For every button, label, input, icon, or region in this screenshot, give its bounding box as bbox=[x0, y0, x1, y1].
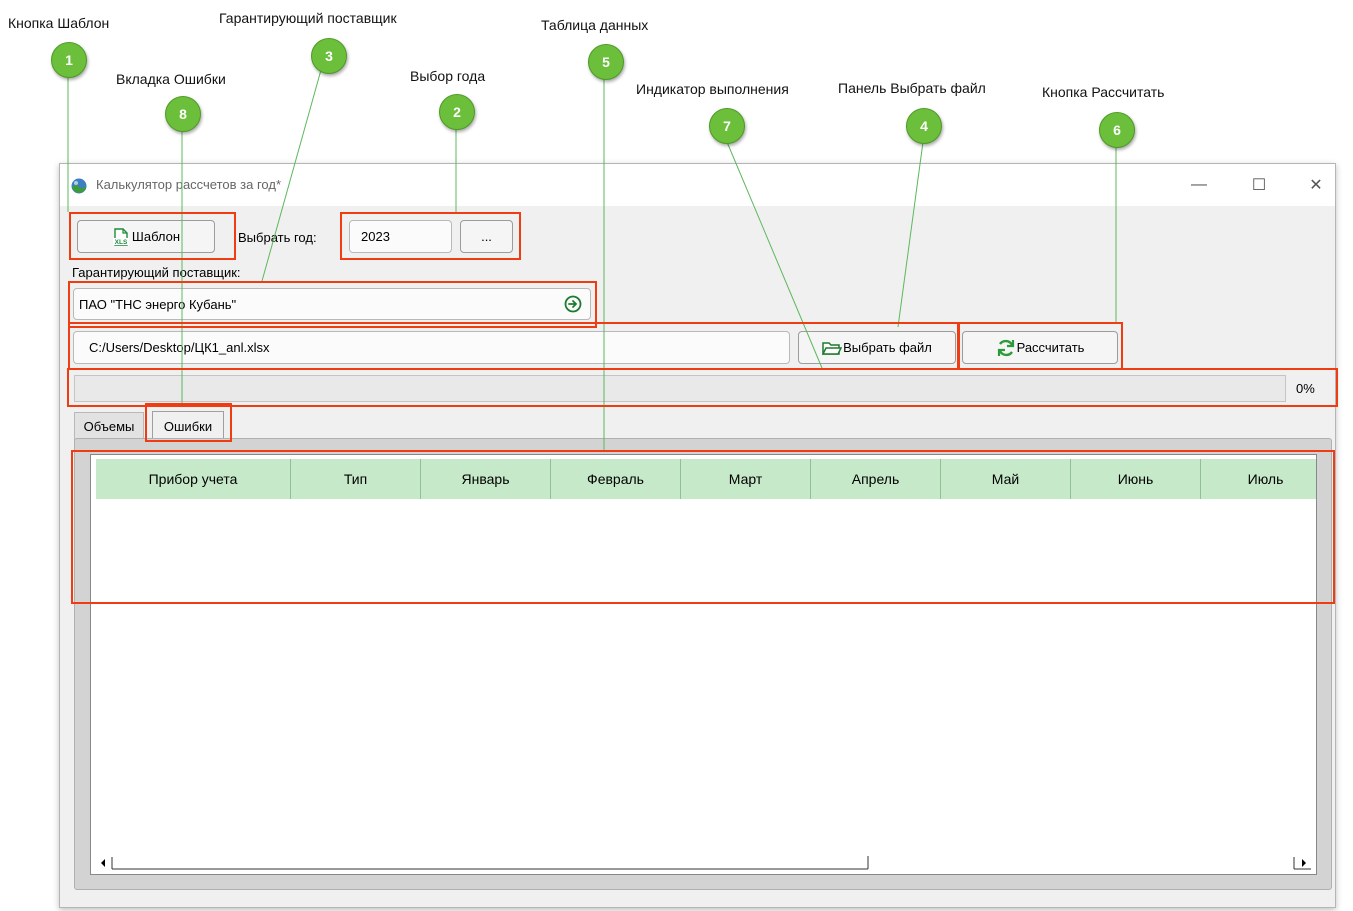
table-header-cell[interactable]: Июль bbox=[1201, 459, 1316, 499]
table-header-cell[interactable]: Январь bbox=[421, 459, 551, 499]
app-window: Калькулятор рассчетов за год* — ☐ ✕ XLS … bbox=[59, 163, 1336, 908]
callout-badge-8: 8 bbox=[165, 96, 201, 132]
window-client-area: XLS Шаблон Выбрать год: 2023 ... Гаранти… bbox=[60, 206, 1335, 907]
scroll-right-arrow-icon bbox=[1302, 859, 1306, 867]
callout-label-6: Кнопка Рассчитать bbox=[1042, 84, 1165, 100]
window-title: Калькулятор рассчетов за год* bbox=[96, 177, 282, 192]
table-header-cell[interactable]: Тип bbox=[291, 459, 421, 499]
callout-label-2: Выбор года bbox=[410, 68, 486, 84]
callout-label-3: Гарантирующий поставщик bbox=[219, 10, 397, 26]
callout-label-7: Индикатор выполнения bbox=[636, 81, 789, 97]
supplier-label: Гарантирующий поставщик: bbox=[72, 265, 241, 280]
callout-label-4: Панель Выбрать файл bbox=[838, 80, 986, 96]
globe-app-icon bbox=[71, 178, 87, 194]
callout-badge-3: 3 bbox=[311, 38, 347, 74]
table-header-cell[interactable]: Февраль bbox=[551, 459, 681, 499]
calculate-label: Рассчитать bbox=[1016, 340, 1085, 355]
callout-badge-6: 6 bbox=[1099, 112, 1135, 148]
supplier-select[interactable]: ПАО "ТНС энерго Кубань" bbox=[73, 288, 591, 320]
table-header-cell[interactable]: Июнь bbox=[1071, 459, 1201, 499]
calculate-button[interactable]: Рассчитать bbox=[962, 331, 1118, 364]
template-button-label: Шаблон bbox=[131, 229, 181, 244]
table-header-cell[interactable]: Прибор учета bbox=[96, 459, 291, 499]
table-header-cell[interactable]: Апрель bbox=[811, 459, 941, 499]
title-bar: Калькулятор рассчетов за год* — ☐ ✕ bbox=[60, 164, 1335, 206]
file-path-field[interactable]: C:/Users/Desktop/ЦК1_anl.xlsx bbox=[73, 331, 790, 364]
year-label: Выбрать год: bbox=[238, 230, 317, 245]
callout-label-8: Вкладка Ошибки bbox=[116, 71, 226, 87]
callout-badge-4: 4 bbox=[906, 108, 942, 144]
horizontal-scrollbar[interactable] bbox=[96, 854, 1312, 871]
template-button[interactable]: XLS Шаблон bbox=[77, 220, 215, 253]
callout-badge-2: 2 bbox=[439, 94, 475, 130]
folder-icon bbox=[822, 341, 843, 355]
tab-volumes[interactable]: Объемы bbox=[74, 412, 144, 440]
arrow-circle-right-icon[interactable] bbox=[564, 295, 582, 313]
xls-file-icon: XLS bbox=[112, 227, 129, 246]
year-field[interactable]: 2023 bbox=[349, 220, 452, 253]
refresh-icon bbox=[997, 339, 1014, 356]
callout-badge-5: 5 bbox=[588, 44, 624, 80]
choose-file-button[interactable]: Выбрать файл bbox=[798, 331, 956, 364]
callout-label-5: Таблица данных bbox=[541, 17, 649, 33]
maximize-button[interactable]: ☐ bbox=[1246, 172, 1272, 198]
progress-percent: 0% bbox=[1296, 381, 1315, 396]
choose-file-label: Выбрать файл bbox=[843, 340, 932, 355]
year-picker-button[interactable]: ... bbox=[460, 220, 513, 253]
callout-label-1: Кнопка Шаблон bbox=[8, 15, 110, 31]
table-header-row: Прибор учета Тип Январь Февраль Март Апрель Ма… bbox=[96, 459, 1316, 499]
minimize-button[interactable]: — bbox=[1186, 172, 1212, 198]
svg-text:XLS: XLS bbox=[115, 239, 128, 246]
scroll-left-arrow-icon bbox=[101, 859, 105, 867]
progress-bar bbox=[74, 375, 1286, 402]
close-button[interactable]: ✕ bbox=[1303, 172, 1329, 198]
data-table[interactable]: Прибор учета Тип Январь Февраль Март Апрель Ма… bbox=[90, 454, 1317, 875]
tab-errors[interactable]: Ошибки bbox=[152, 411, 224, 441]
scrollbar-track bbox=[101, 856, 1311, 870]
supplier-value: ПАО "ТНС энерго Кубань" bbox=[79, 296, 237, 312]
table-header-cell[interactable]: Май bbox=[941, 459, 1071, 499]
callout-badge-1: 1 bbox=[51, 42, 87, 78]
table-header-cell[interactable]: Март bbox=[681, 459, 811, 499]
callout-badge-7: 7 bbox=[709, 108, 745, 144]
tab-pane: Прибор учета Тип Январь Февраль Март Апрель Ма… bbox=[74, 438, 1332, 890]
